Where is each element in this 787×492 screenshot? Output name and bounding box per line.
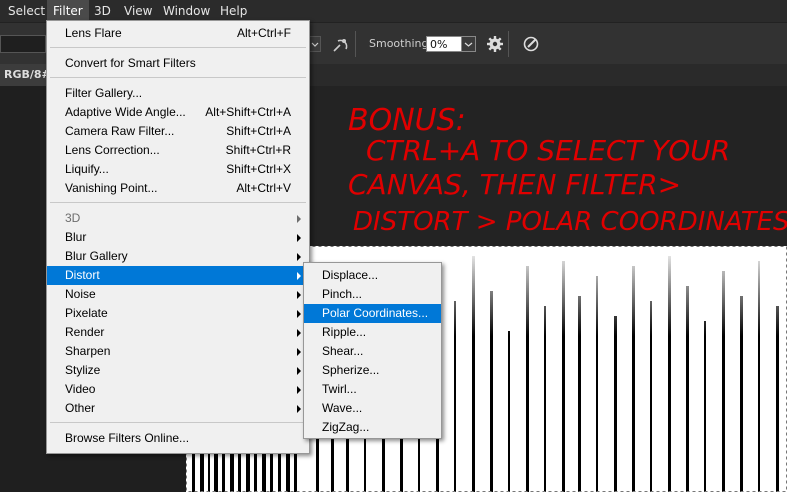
menu-item-liquify[interactable]: Liquify... Shift+Ctrl+X (47, 160, 309, 179)
shortcut-label: Alt+Shift+Ctrl+A (205, 105, 291, 119)
menu-item-label: Distort (65, 268, 100, 282)
menu-separator (50, 77, 306, 78)
menu-item-twirl[interactable]: Twirl... (304, 380, 441, 399)
menu-3d[interactable]: 3D (88, 0, 117, 22)
submenu-arrow-icon (297, 310, 301, 318)
distort-submenu: Displace... Pinch... Polar Coordinates..… (303, 262, 442, 439)
menu-item-pinch[interactable]: Pinch... (304, 285, 441, 304)
menu-item-label: Browse Filters Online... (65, 431, 190, 445)
menu-item-label: Pixelate (65, 306, 108, 320)
smoothing-label: Smoothing: (369, 37, 433, 50)
menu-item-lens-flare[interactable]: Lens Flare Alt+Ctrl+F (47, 24, 309, 43)
menu-item-blur-gallery[interactable]: Blur Gallery (47, 247, 309, 266)
submenu-arrow-icon (297, 367, 301, 375)
menu-separator (50, 47, 306, 48)
submenu-arrow-icon (297, 253, 301, 261)
menu-item-3d[interactable]: 3D (47, 209, 309, 228)
filter-menu: Lens Flare Alt+Ctrl+F Convert for Smart … (46, 20, 310, 454)
menu-item-label: Video (65, 382, 96, 396)
menu-item-other[interactable]: Other (47, 399, 309, 418)
menu-item-distort[interactable]: Distort (47, 266, 309, 285)
submenu-arrow-icon (297, 348, 301, 356)
menu-item-vanishing-point[interactable]: Vanishing Point... Alt+Ctrl+V (47, 179, 309, 198)
menu-item-label: Other (65, 401, 96, 415)
menu-item-zigzag[interactable]: ZigZag... (304, 418, 441, 437)
menu-bar: Select Filter 3D View Window Help (0, 0, 787, 22)
menu-item-label: Blur Gallery (65, 249, 128, 263)
menu-item-shear[interactable]: Shear... (304, 342, 441, 361)
menu-item-label: Camera Raw Filter... (65, 124, 175, 138)
shortcut-label: Alt+Ctrl+F (236, 26, 291, 40)
menu-item-label: Lens Flare (65, 26, 122, 40)
menu-item-camera-raw-filter[interactable]: Camera Raw Filter... Shift+Ctrl+A (47, 122, 309, 141)
menu-separator (50, 202, 306, 203)
airbrush-icon[interactable] (330, 35, 350, 55)
dropdown-toggle[interactable] (309, 36, 321, 52)
divider (508, 31, 509, 57)
submenu-arrow-icon (297, 215, 301, 223)
menu-item-browse-filters-online[interactable]: Browse Filters Online... (47, 429, 309, 448)
menu-item-label: Lens Correction... (65, 143, 160, 157)
shortcut-label: Shift+Ctrl+X (226, 162, 291, 176)
menu-view[interactable]: View (118, 0, 158, 22)
menu-item-label: Sharpen (65, 344, 111, 358)
menu-item-spherize[interactable]: Spherize... (304, 361, 441, 380)
menu-help[interactable]: Help (214, 0, 253, 22)
menu-item-polar-coordinates[interactable]: Polar Coordinates... (304, 304, 441, 323)
menu-item-label: Vanishing Point... (65, 181, 158, 195)
symmetry-icon[interactable] (522, 35, 540, 53)
menu-item-label: Stylize (65, 363, 101, 377)
annotation-line-1: BONUS: (348, 103, 466, 138)
menu-item-label: Adaptive Wide Angle... (65, 105, 186, 119)
smoothing-input[interactable]: 0% (426, 36, 462, 52)
menu-item-lens-correction[interactable]: Lens Correction... Shift+Ctrl+R (47, 141, 309, 160)
gear-icon[interactable] (486, 35, 504, 53)
menu-item-label: Liquify... (65, 162, 109, 176)
shortcut-label: Shift+Ctrl+R (225, 143, 291, 157)
menu-item-ripple[interactable]: Ripple... (304, 323, 441, 342)
menu-item-label: Convert for Smart Filters (65, 56, 196, 70)
submenu-arrow-icon (297, 234, 301, 242)
menu-item-displace[interactable]: Displace... (304, 266, 441, 285)
shortcut-label: Alt+Ctrl+V (236, 181, 291, 195)
menu-item-blur[interactable]: Blur (47, 228, 309, 247)
chevron-down-icon (311, 42, 319, 47)
submenu-arrow-icon (297, 272, 301, 280)
menu-item-label: Render (65, 325, 105, 339)
menu-item-label: Noise (65, 287, 96, 301)
chevron-down-icon (464, 42, 473, 47)
menu-item-convert-smart-filters[interactable]: Convert for Smart Filters (47, 54, 309, 73)
menu-item-noise[interactable]: Noise (47, 285, 309, 304)
submenu-arrow-icon (297, 329, 301, 337)
menu-item-adaptive-wide-angle[interactable]: Adaptive Wide Angle... Alt+Shift+Ctrl+A (47, 103, 309, 122)
menu-window[interactable]: Window (157, 0, 216, 22)
menu-item-filter-gallery[interactable]: Filter Gallery... (47, 84, 309, 103)
menu-item-label: Blur (65, 230, 87, 244)
menu-item-video[interactable]: Video (47, 380, 309, 399)
annotation-line-4: DISTORT > POLAR COORDINATES (353, 207, 787, 237)
menu-item-wave[interactable]: Wave... (304, 399, 441, 418)
shortcut-label: Shift+Ctrl+A (226, 124, 291, 138)
smoothing-dropdown[interactable] (461, 36, 476, 52)
menu-item-label: 3D (65, 211, 81, 225)
menu-item-stylize[interactable]: Stylize (47, 361, 309, 380)
document-tab[interactable]: RGB/8#) (0, 64, 56, 86)
submenu-arrow-icon (297, 405, 301, 413)
divider (355, 31, 356, 57)
menu-filter[interactable]: Filter (47, 0, 89, 22)
submenu-arrow-icon (297, 386, 301, 394)
menu-item-pixelate[interactable]: Pixelate (47, 304, 309, 323)
menu-item-label: Filter Gallery... (65, 86, 143, 100)
menu-select[interactable]: Select (2, 0, 51, 22)
annotation-line-2: CTRL+A TO SELECT YOUR (366, 134, 730, 167)
menu-item-render[interactable]: Render (47, 323, 309, 342)
options-field[interactable] (0, 35, 46, 53)
menu-item-sharpen[interactable]: Sharpen (47, 342, 309, 361)
annotation-line-3: CANVAS, THEN FILTER> (348, 168, 681, 201)
menu-separator (50, 422, 306, 423)
submenu-arrow-icon (297, 291, 301, 299)
